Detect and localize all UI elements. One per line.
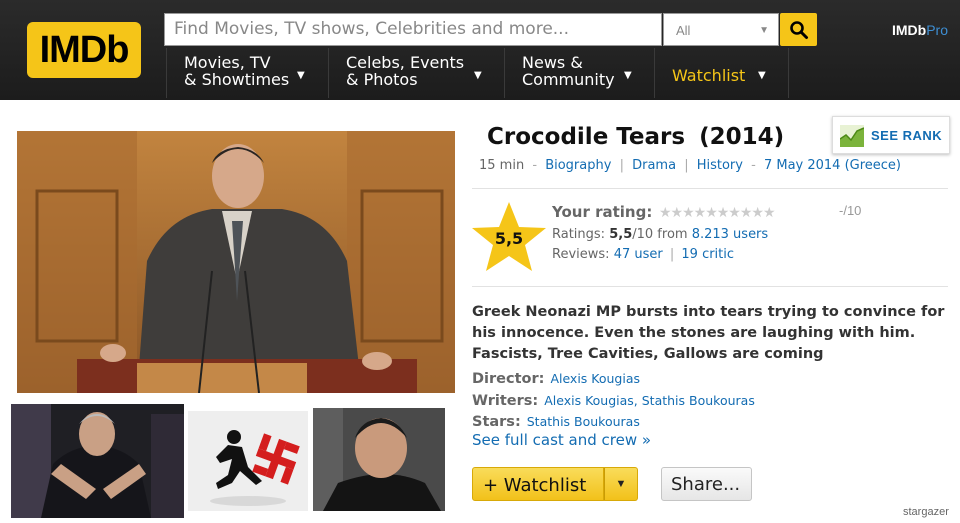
divider <box>472 188 948 189</box>
ratings-summary: Ratings: 5,5/10 from 8.213 users <box>552 227 768 242</box>
rank-chart-icon <box>840 125 864 147</box>
stars-row: Stars: Stathis Boukouras <box>472 414 640 430</box>
meta-separator: - <box>532 158 538 173</box>
your-rating-value: -/10 <box>839 203 862 218</box>
imdbpro-suffix: Pro <box>926 22 949 38</box>
nav-watchlist-label: Watchlist <box>672 66 746 85</box>
add-watchlist-button[interactable]: + Watchlist <box>472 467 604 501</box>
thumbnail-illustration <box>11 404 184 518</box>
nav-watchlist[interactable]: Watchlist ▼ <box>654 50 788 98</box>
meta-separator: - <box>751 158 756 173</box>
chevron-down-icon: ▼ <box>759 25 769 36</box>
title-meta: 15 min - Biography | Drama | History - 7… <box>479 158 901 173</box>
stars-label: Stars: <box>472 414 521 430</box>
your-rating-label: Your rating: <box>552 203 653 221</box>
nav-divider <box>788 48 789 98</box>
stars-link[interactable]: Stathis Boukouras <box>527 414 640 429</box>
full-cast-link[interactable]: See full cast and crew » <box>472 431 651 449</box>
rating-value: 5,5 <box>494 229 524 248</box>
photo-thumbnail[interactable] <box>11 404 184 518</box>
reviews-summary: Reviews: 47 user | 19 critic <box>552 247 734 262</box>
share-button[interactable]: Share... <box>661 467 752 501</box>
writers-label: Writers: <box>472 393 539 409</box>
main-photo[interactable] <box>17 131 455 393</box>
photo-illustration <box>17 131 455 393</box>
search-category-value: All <box>676 23 691 38</box>
ratings-out-of: /10 from <box>632 227 688 242</box>
director-label: Director: <box>472 371 545 387</box>
nav-movies-line1: Movies, TV <box>184 53 271 72</box>
chevron-down-icon: ▼ <box>615 478 627 490</box>
genre-link[interactable]: Biography <box>545 158 611 173</box>
search-icon <box>789 20 808 39</box>
symbol-thumbnail[interactable] <box>188 411 308 511</box>
meta-separator: | <box>619 158 624 173</box>
watermark-text: stargazer <box>903 506 949 518</box>
search-button[interactable] <box>780 13 817 46</box>
nav-movies-line2: & Showtimes <box>184 70 290 89</box>
movie-title: Crocodile Tears (2014) <box>487 124 784 150</box>
imdb-logo[interactable]: IMDb <box>27 22 141 78</box>
trash-swastika-icon <box>188 411 308 511</box>
duration: 15 min <box>479 158 525 173</box>
genre-link[interactable]: History <box>697 158 743 173</box>
chevron-down-icon: ▼ <box>297 70 305 81</box>
movie-year: (2014) <box>699 124 785 150</box>
user-reviews-link[interactable]: 47 user <box>614 247 663 262</box>
writers-link[interactable]: Alexis Kougias, Stathis Boukouras <box>544 393 755 408</box>
imdbpro-prefix: IMDb <box>892 22 927 38</box>
nav-news-community[interactable]: News & Community ▼ <box>504 50 654 98</box>
top-navbar: IMDb Find Movies, TV shows, Celebrities … <box>0 0 960 100</box>
plot-description: Greek Neonazi MP bursts into tears tryin… <box>472 304 945 362</box>
ratings-prefix: Ratings: <box>552 227 606 242</box>
ratings-score: 5,5 <box>609 227 633 242</box>
portrait-illustration <box>313 408 445 511</box>
nav-celebs[interactable]: Celebs, Events & Photos ▼ <box>328 50 504 98</box>
imdb-page: IMDb Find Movies, TV shows, Celebrities … <box>0 0 960 523</box>
divider <box>472 286 948 287</box>
imdbpro-link[interactable]: IMDbPro <box>892 22 948 38</box>
chevron-down-icon: ▼ <box>474 70 482 81</box>
meta-separator: | <box>684 158 689 173</box>
user-rating-stars[interactable]: ★★★★★★★★★★ <box>659 204 776 221</box>
watchlist-dropdown-button[interactable]: ▼ <box>604 467 638 501</box>
search-input[interactable]: Find Movies, TV shows, Celebrities and m… <box>164 13 662 46</box>
meta-separator: | <box>669 247 675 262</box>
see-rank-label: SEE RANK <box>871 128 943 143</box>
ratings-users-link[interactable]: 8.213 users <box>692 227 768 242</box>
see-rank-button[interactable]: SEE RANK <box>832 116 950 154</box>
search-category-select[interactable]: All ▼ <box>663 13 779 46</box>
portrait-thumbnail[interactable] <box>313 408 445 511</box>
chevron-down-icon: ▼ <box>624 70 632 81</box>
critic-reviews-link[interactable]: 19 critic <box>681 247 734 262</box>
nav-news-line2: Community <box>522 70 615 89</box>
director-link[interactable]: Alexis Kougias <box>550 371 640 386</box>
movie-name: Crocodile Tears <box>487 124 686 150</box>
chevron-down-icon: ▼ <box>758 70 766 81</box>
writers-row: Writers: Alexis Kougias, Stathis Boukoura… <box>472 393 755 409</box>
nav-news-line1: News & <box>522 53 583 72</box>
release-date-link[interactable]: 7 May 2014 (Greece) <box>764 158 901 173</box>
director-row: Director: Alexis Kougias <box>472 371 640 387</box>
genre-link[interactable]: Drama <box>632 158 676 173</box>
reviews-label: Reviews: <box>552 247 610 262</box>
nav-movies-tv[interactable]: Movies, TV & Showtimes ▼ <box>166 50 328 98</box>
